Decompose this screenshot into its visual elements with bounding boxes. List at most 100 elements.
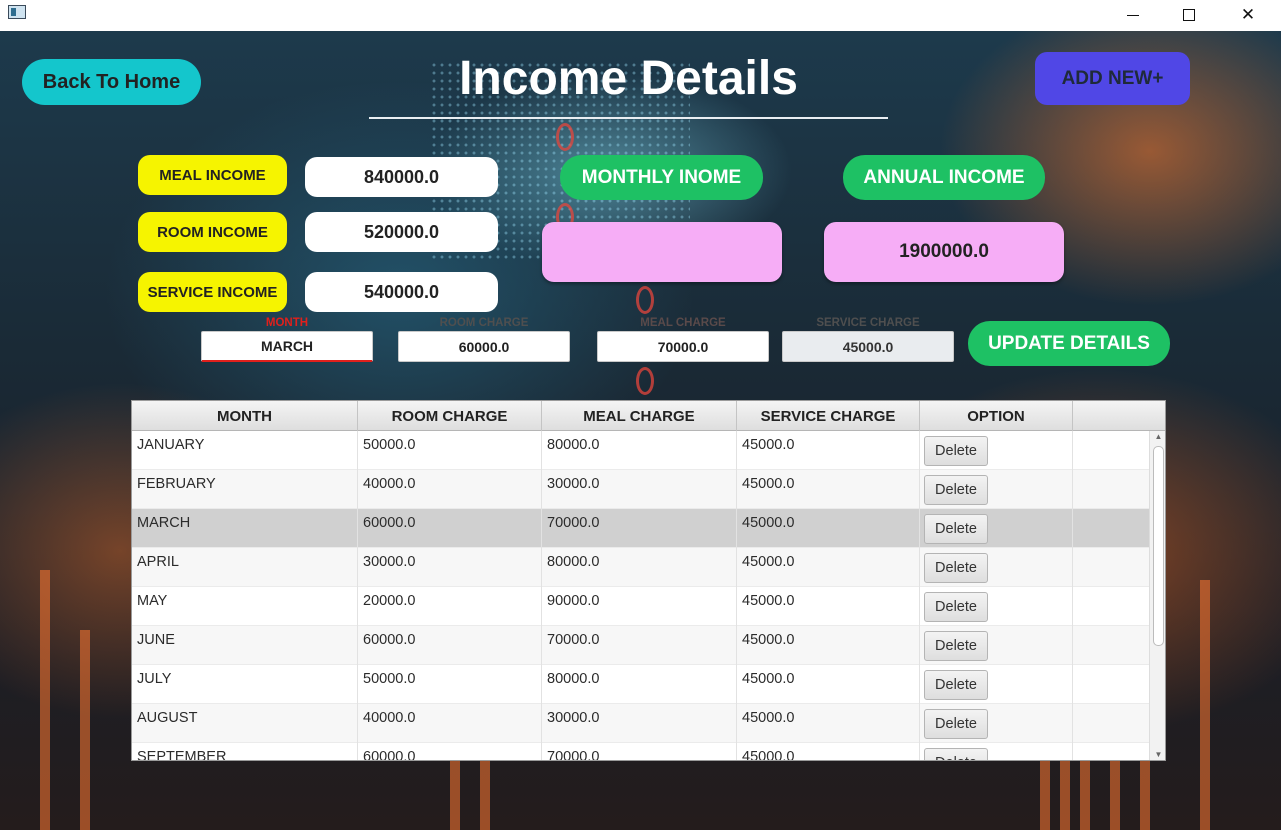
table-row[interactable]: JUNE 60000.0 70000.0 45000.0 Delete <box>132 626 1149 665</box>
table-row[interactable]: JANUARY 50000.0 80000.0 45000.0 Delete <box>132 431 1149 470</box>
annual-income-value: 1900000.0 <box>824 222 1064 282</box>
scroll-down-icon[interactable]: ▼ <box>1153 750 1164 760</box>
delete-button[interactable]: Delete <box>924 592 988 622</box>
cell-service-charge: 45000.0 <box>737 509 920 548</box>
cell-month: MAY <box>132 587 358 626</box>
income-table: MONTH ROOM CHARGE MEAL CHARGE SERVICE CH… <box>131 400 1166 761</box>
cell-room-charge: 60000.0 <box>358 626 542 665</box>
cell-service-charge: 45000.0 <box>737 665 920 704</box>
room-income-label: ROOM INCOME <box>138 212 287 252</box>
cell-room-charge: 60000.0 <box>358 509 542 548</box>
cell-month: JULY <box>132 665 358 704</box>
delete-button[interactable]: Delete <box>924 436 988 466</box>
room-charge-input[interactable]: 60000.0 <box>398 331 570 362</box>
scroll-up-icon[interactable]: ▲ <box>1153 432 1164 442</box>
cell-room-charge: 60000.0 <box>358 743 542 760</box>
table-row[interactable]: SEPTEMBER60000.070000.045000.0 Delete <box>132 743 1149 760</box>
cell-room-charge: 40000.0 <box>358 704 542 743</box>
delete-button[interactable]: Delete <box>924 670 988 700</box>
cell-month: AUGUST <box>132 704 358 743</box>
title-divider <box>369 117 888 119</box>
cell-meal-charge: 70000.0 <box>542 743 737 760</box>
back-to-home-button[interactable]: Back To Home <box>22 59 201 105</box>
close-icon: ✕ <box>1240 5 1256 24</box>
background-bar <box>40 570 50 830</box>
room-charge-field-label: ROOM CHARGE <box>439 317 529 329</box>
cell-service-charge: 45000.0 <box>737 704 920 743</box>
column-header-month[interactable]: MONTH <box>132 401 358 431</box>
delete-button[interactable]: Delete <box>924 553 988 583</box>
minimize-button[interactable] <box>1110 0 1156 30</box>
cell-room-charge: 40000.0 <box>358 470 542 509</box>
app-content: Back To Home Income Details ADD NEW+ MEA… <box>0 31 1281 830</box>
meal-charge-field-label: MEAL CHARGE <box>640 317 726 329</box>
month-input[interactable]: MARCH <box>201 331 373 362</box>
annual-income-button[interactable]: ANNUAL INCOME <box>843 155 1045 200</box>
app-icon <box>8 5 26 19</box>
table-body: JANUARY 50000.0 80000.0 45000.0 Delete FEBRUA… <box>132 431 1149 760</box>
cell-month: JUNE <box>132 626 358 665</box>
table-row[interactable]: APRIL 30000.0 80000.0 45000.0 Delete <box>132 548 1149 587</box>
scroll-thumb[interactable] <box>1153 446 1164 646</box>
maximize-button[interactable] <box>1166 0 1212 30</box>
cell-room-charge: 30000.0 <box>358 548 542 587</box>
close-button[interactable]: ✕ <box>1225 0 1271 30</box>
cell-meal-charge: 70000.0 <box>542 626 737 665</box>
meal-income-label: MEAL INCOME <box>138 155 287 195</box>
service-income-value: 540000.0 <box>305 272 498 312</box>
cell-meal-charge: 30000.0 <box>542 704 737 743</box>
cell-room-charge: 50000.0 <box>358 431 542 470</box>
cell-month: MARCH <box>132 509 358 548</box>
cell-service-charge: 45000.0 <box>737 626 920 665</box>
table-row[interactable]: MARCH 60000.0 70000.0 45000.0 Delete <box>132 509 1149 548</box>
page-title: Income Details <box>459 52 798 105</box>
column-header-service-charge[interactable]: SERVICE CHARGE <box>737 401 920 431</box>
update-details-button[interactable]: UPDATE DETAILS <box>968 321 1170 366</box>
cell-service-charge: 45000.0 <box>737 431 920 470</box>
cell-meal-charge: 70000.0 <box>542 509 737 548</box>
cell-meal-charge: 90000.0 <box>542 587 737 626</box>
background-bar <box>80 630 90 830</box>
cell-service-charge: 45000.0 <box>737 587 920 626</box>
cell-meal-charge: 80000.0 <box>542 665 737 704</box>
cell-room-charge: 20000.0 <box>358 587 542 626</box>
window-titlebar: ✕ <box>0 0 1281 31</box>
table-scrollbar[interactable]: ▲ ▼ <box>1149 431 1165 760</box>
table-row[interactable]: MAY 20000.0 90000.0 45000.0 Delete <box>132 587 1149 626</box>
delete-button[interactable]: Delete <box>924 514 988 544</box>
cell-month: FEBRUARY <box>132 470 358 509</box>
table-header: MONTH ROOM CHARGE MEAL CHARGE SERVICE CH… <box>132 401 1165 431</box>
meal-income-value: 840000.0 <box>305 157 498 197</box>
background-ring <box>636 286 654 314</box>
add-new-button[interactable]: ADD NEW+ <box>1035 52 1190 105</box>
month-field-label: MONTH <box>265 317 309 329</box>
service-income-label: SERVICE INCOME <box>138 272 287 312</box>
maximize-icon <box>1183 9 1195 21</box>
room-income-value: 520000.0 <box>305 212 498 252</box>
background-ring <box>556 123 574 151</box>
table-row[interactable]: JULY 50000.0 80000.0 45000.0 Delete <box>132 665 1149 704</box>
monthly-income-button[interactable]: MONTHLY INOME <box>560 155 763 200</box>
meal-charge-input[interactable]: 70000.0 <box>597 331 769 362</box>
cell-month: APRIL <box>132 548 358 587</box>
column-header-meal-charge[interactable]: MEAL CHARGE <box>542 401 737 431</box>
column-header-option[interactable]: OPTION <box>920 401 1073 431</box>
delete-button[interactable]: Delete <box>924 631 988 661</box>
delete-button[interactable]: Delete <box>924 709 988 739</box>
cell-service-charge: 45000.0 <box>737 743 920 760</box>
background-bar <box>1200 580 1210 830</box>
table-row[interactable]: AUGUST 40000.0 30000.0 45000.0 Delete <box>132 704 1149 743</box>
table-row[interactable]: FEBRUARY 40000.0 30000.0 45000.0 Delete <box>132 470 1149 509</box>
cell-meal-charge: 80000.0 <box>542 431 737 470</box>
cell-meal-charge: 80000.0 <box>542 548 737 587</box>
service-charge-field-label: SERVICE CHARGE <box>816 317 920 329</box>
cell-month: JANUARY <box>132 431 358 470</box>
delete-button[interactable]: Delete <box>924 475 988 505</box>
service-charge-input[interactable]: 45000.0 <box>782 331 954 362</box>
cell-meal-charge: 30000.0 <box>542 470 737 509</box>
minimize-icon <box>1127 14 1139 16</box>
cell-service-charge: 45000.0 <box>737 548 920 587</box>
delete-button[interactable]: Delete <box>924 748 988 760</box>
monthly-income-value <box>542 222 782 282</box>
column-header-room-charge[interactable]: ROOM CHARGE <box>358 401 542 431</box>
